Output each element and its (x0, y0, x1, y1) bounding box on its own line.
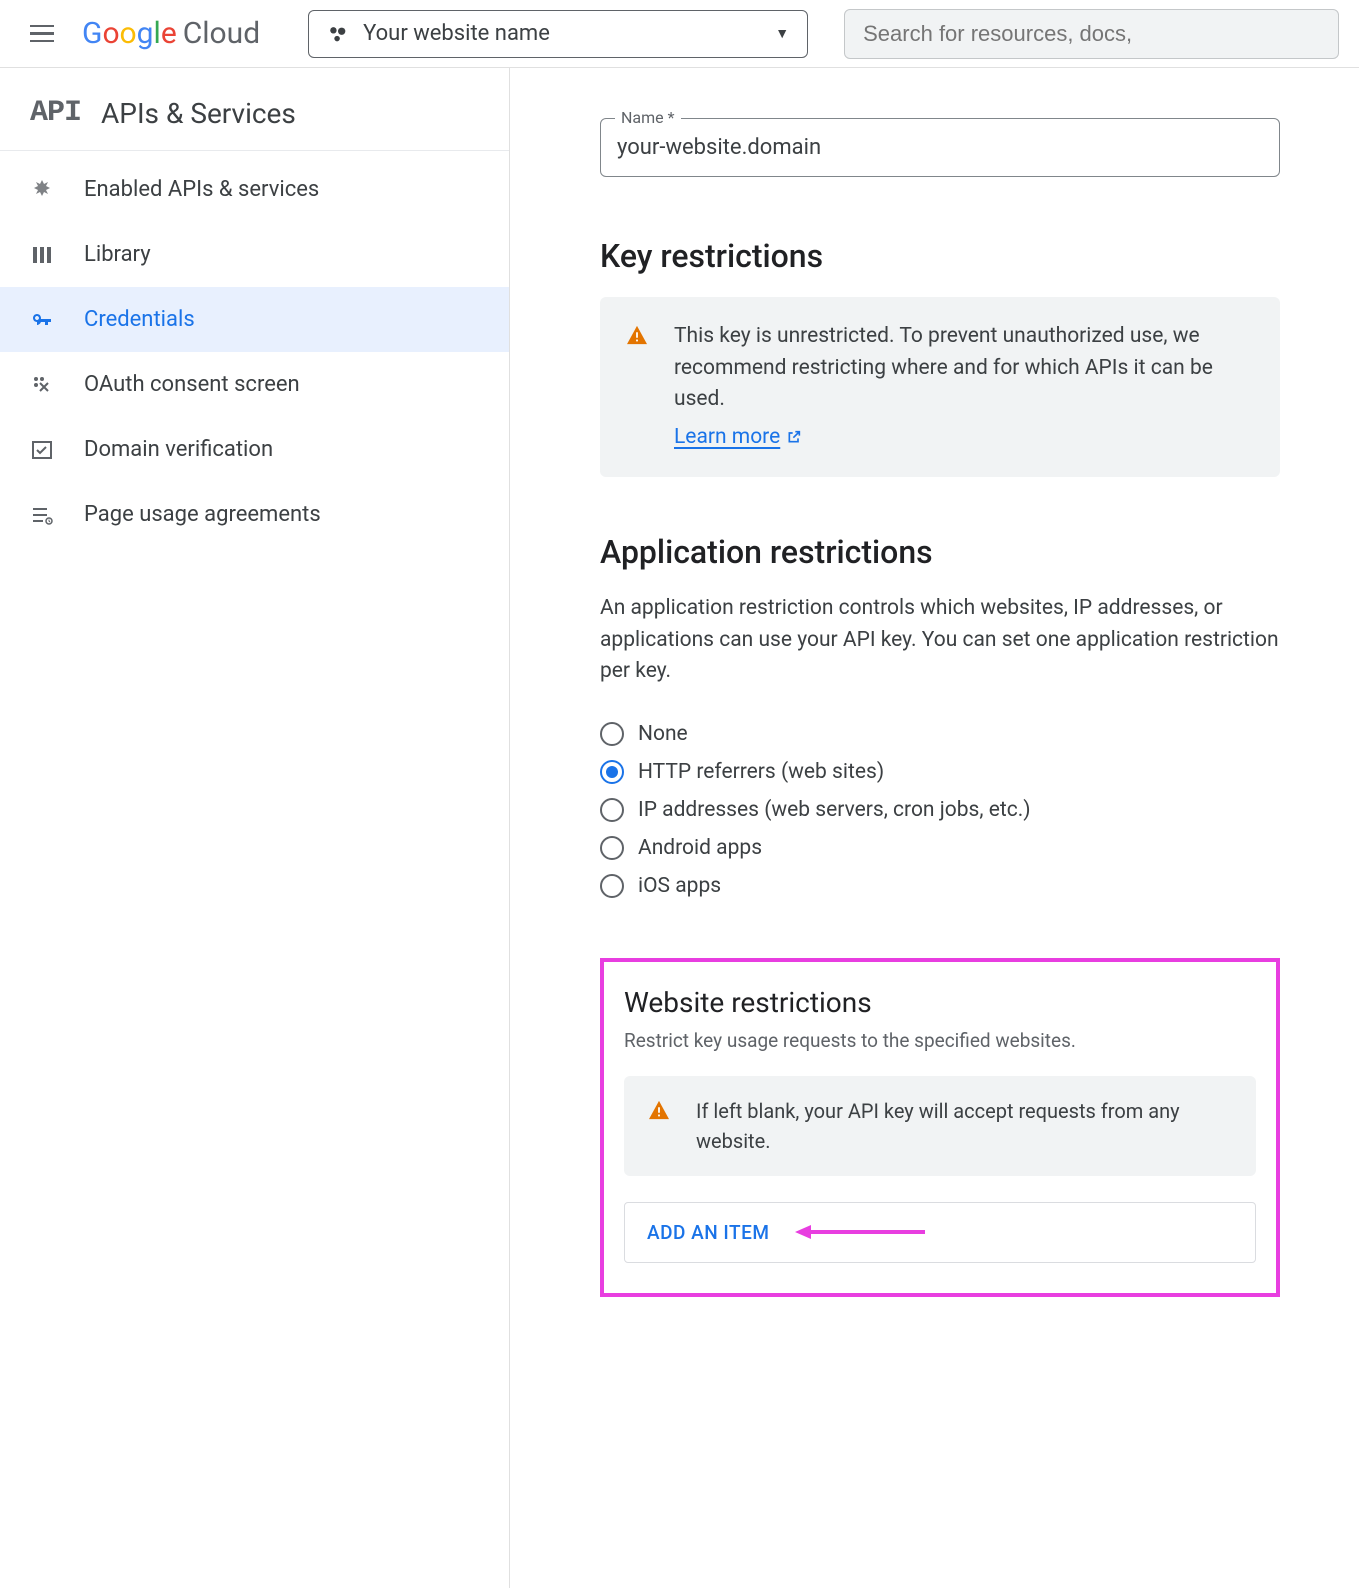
key-restrictions-heading: Key restrictions (600, 237, 1280, 275)
add-an-item-button[interactable]: ADD AN ITEM (647, 1221, 769, 1244)
sidebar-item-label: Enabled APIs & services (84, 177, 319, 202)
application-restrictions-desc: An application restriction controls whic… (600, 593, 1280, 688)
search-box[interactable] (844, 9, 1339, 59)
key-restrictions-warning-box: This key is unrestricted. To prevent una… (600, 297, 1280, 477)
sidebar-title[interactable]: API APIs & Services (0, 68, 509, 151)
warning-text: This key is unrestricted. To prevent una… (674, 324, 1213, 411)
radio-label: HTTP referrers (web sites) (638, 760, 884, 784)
name-field[interactable]: Name * your-website.domain (600, 118, 1280, 177)
warning-text: If left blank, your API key will accept … (696, 1096, 1232, 1156)
library-icon (30, 243, 54, 267)
radio-ios-apps[interactable]: iOS apps (600, 874, 1280, 898)
project-picker[interactable]: Your website name ▼ (308, 10, 808, 58)
name-field-label: Name * (615, 108, 681, 127)
google-cloud-logo[interactable]: Google Cloud (82, 16, 260, 51)
radio-label: None (638, 722, 688, 746)
radio-http-referrers[interactable]: HTTP referrers (web sites) (600, 760, 1280, 784)
sidebar-item-enabled-apis[interactable]: Enabled APIs & services (0, 157, 509, 222)
warning-icon (626, 325, 648, 453)
enabled-apis-icon (30, 178, 54, 202)
main-content: Name * your-website.domain Key restricti… (510, 68, 1280, 1588)
learn-more-link[interactable]: Learn more (674, 422, 802, 454)
project-icon (327, 23, 349, 45)
radio-ip-addresses[interactable]: IP addresses (web servers, cron jobs, et… (600, 798, 1280, 822)
annotation-arrow-icon (795, 1222, 925, 1242)
sidebar-item-library[interactable]: Library (0, 222, 509, 287)
sidebar-item-page-usage[interactable]: Page usage agreements (0, 482, 509, 547)
sidebar-item-domain-verification[interactable]: Domain verification (0, 417, 509, 482)
chevron-down-icon: ▼ (775, 25, 789, 42)
cloud-text: Cloud (183, 16, 260, 51)
radio-label: Android apps (638, 836, 762, 860)
website-restrictions-highlight: Website restrictions Restrict key usage … (600, 958, 1280, 1297)
website-restrictions-heading: Website restrictions (624, 986, 1256, 1019)
sidebar-title-text: APIs & Services (101, 97, 296, 130)
sidebar-item-credentials[interactable]: Credentials (0, 287, 509, 352)
key-icon (30, 308, 54, 332)
sidebar-item-oauth-consent[interactable]: OAuth consent screen (0, 352, 509, 417)
application-restrictions-heading: Application restrictions (600, 533, 1280, 571)
sidebar-item-label: Library (84, 242, 151, 267)
page-usage-icon (30, 503, 54, 527)
warning-icon (648, 1100, 670, 1156)
external-link-icon (786, 429, 802, 445)
radio-android-apps[interactable]: Android apps (600, 836, 1280, 860)
sidebar: API APIs & Services Enabled APIs & servi… (0, 68, 510, 1588)
sidebar-item-label: Domain verification (84, 437, 273, 462)
api-icon: API (30, 96, 81, 130)
hamburger-menu-icon[interactable] (20, 12, 64, 56)
top-header: Google Cloud Your website name ▼ (0, 0, 1359, 68)
sidebar-item-label: OAuth consent screen (84, 372, 300, 397)
name-field-value[interactable]: your-website.domain (617, 135, 1263, 160)
add-item-row: ADD AN ITEM (624, 1202, 1256, 1263)
website-restrictions-warning-box: If left blank, your API key will accept … (624, 1076, 1256, 1176)
sidebar-item-label: Page usage agreements (84, 502, 321, 527)
application-restrictions-radios: None HTTP referrers (web sites) IP addre… (600, 722, 1280, 898)
oauth-icon (30, 373, 54, 397)
domain-verification-icon (30, 438, 54, 462)
website-restrictions-desc: Restrict key usage requests to the speci… (624, 1029, 1256, 1052)
radio-none[interactable]: None (600, 722, 1280, 746)
learn-more-text: Learn more (674, 422, 780, 454)
radio-label: iOS apps (638, 874, 721, 898)
radio-label: IP addresses (web servers, cron jobs, et… (638, 798, 1031, 822)
project-name: Your website name (363, 21, 761, 46)
search-input[interactable] (863, 21, 1320, 47)
sidebar-item-label: Credentials (84, 307, 195, 332)
